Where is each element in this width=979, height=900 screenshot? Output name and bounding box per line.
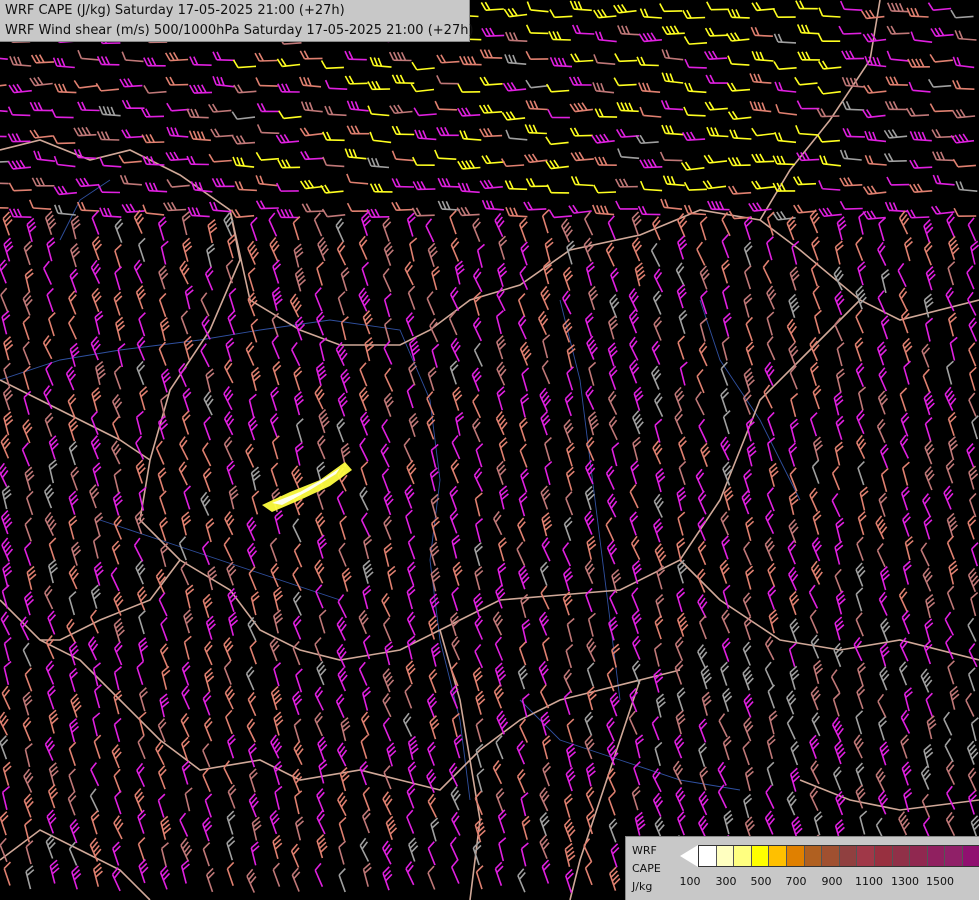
barb-shaft: [325, 66, 344, 70]
barb-shaft: [486, 34, 505, 37]
barb-shaft: [438, 108, 457, 111]
barb-shaft: [238, 188, 257, 192]
barb-shaft: [911, 216, 930, 219]
barb-shaft: [620, 109, 639, 113]
barb-shaft: [910, 15, 929, 18]
barb-shaft: [711, 208, 730, 211]
barb-shaft: [597, 191, 617, 194]
map-canvas: [0, 0, 979, 900]
barb-shaft: [914, 166, 933, 169]
barb-shaft: [484, 134, 503, 138]
barb-shaft: [78, 156, 97, 160]
barb-shaft: [552, 38, 571, 41]
barb-shaft: [844, 207, 863, 210]
barb-shaft: [891, 10, 910, 13]
barb-shaft: [396, 208, 415, 212]
barb-shaft: [776, 163, 795, 166]
barb-shaft: [168, 208, 187, 212]
barb-shaft: [259, 59, 278, 62]
barb-shaft: [193, 91, 213, 94]
barb-shaft: [688, 66, 707, 69]
barb-shaft: [306, 210, 325, 213]
barb-shaft: [57, 142, 76, 145]
barb-shaft: [822, 15, 841, 18]
barb-shaft: [644, 166, 663, 169]
barb-shaft: [575, 183, 594, 187]
barb-shaft: [797, 182, 817, 186]
barb-shaft: [529, 107, 548, 111]
barb-shaft: [846, 135, 865, 138]
barb-shaft: [78, 133, 97, 137]
barb-shaft: [891, 32, 910, 35]
barb-shaft: [416, 214, 435, 217]
barb-shaft: [688, 188, 707, 191]
barb-shaft: [528, 131, 547, 135]
barb-shaft: [190, 116, 209, 119]
barb-shaft: [509, 39, 528, 42]
barb-shaft: [528, 208, 547, 211]
barb-shaft: [81, 209, 100, 212]
barb-shaft: [554, 15, 573, 19]
barb-shaft: [777, 41, 797, 44]
barb-shaft: [754, 34, 773, 37]
barb-shaft: [576, 32, 595, 35]
barb-shaft: [441, 185, 460, 188]
barb-shaft: [461, 213, 480, 217]
barb-shaft: [618, 83, 637, 87]
barb-shaft: [956, 87, 975, 90]
barb-shaft: [846, 108, 865, 111]
barb-shaft: [665, 107, 684, 111]
barb-shaft: [687, 16, 706, 19]
barb-shaft: [666, 32, 685, 36]
barb-shaft: [733, 137, 752, 140]
barb-shaft: [509, 187, 528, 191]
barb-shaft: [438, 157, 457, 160]
barb-shaft: [35, 61, 55, 64]
barb-shaft: [664, 159, 683, 162]
barb-shaft: [261, 131, 280, 135]
barb-shaft: [709, 34, 728, 37]
barb-shaft: [619, 59, 638, 63]
barb-shaft: [146, 141, 165, 144]
barb-shaft: [844, 8, 863, 11]
barb-shaft: [888, 160, 907, 163]
barb-shaft: [621, 32, 640, 36]
barb-shaft: [328, 113, 347, 117]
barb-shaft: [0, 182, 9, 185]
barb-shaft: [349, 82, 368, 85]
barb-shaft: [731, 63, 750, 66]
barb-shaft: [81, 109, 100, 112]
barb-shaft: [687, 114, 706, 117]
barb-shaft: [193, 63, 212, 66]
barb-shaft: [260, 207, 279, 210]
barb-shaft: [329, 87, 348, 90]
barb-shaft: [553, 64, 573, 68]
barb-shaft: [509, 214, 528, 218]
barb-shaft: [13, 189, 32, 192]
barb-shaft: [640, 64, 659, 67]
barb-shaft: [12, 114, 31, 117]
barb-shaft: [843, 32, 862, 35]
barb-shaft: [910, 114, 930, 117]
barb-shaft: [710, 134, 729, 138]
barb-shaft: [101, 138, 120, 141]
barb-shaft: [936, 158, 955, 162]
barb-shaft: [530, 32, 549, 35]
barb-shaft: [821, 115, 840, 118]
barb-shaft: [844, 184, 863, 187]
barb-shaft: [801, 158, 820, 162]
barb-shaft: [801, 31, 820, 35]
barb-shaft: [484, 56, 503, 59]
barb-shaft: [149, 189, 168, 193]
barb-shaft: [756, 160, 775, 163]
barb-shaft: [305, 157, 324, 161]
barb-shaft: [58, 91, 77, 94]
barb-shaft: [934, 109, 953, 113]
barb-shaft: [259, 84, 278, 87]
barb-shaft: [731, 16, 750, 19]
barb-shaft: [146, 163, 165, 166]
